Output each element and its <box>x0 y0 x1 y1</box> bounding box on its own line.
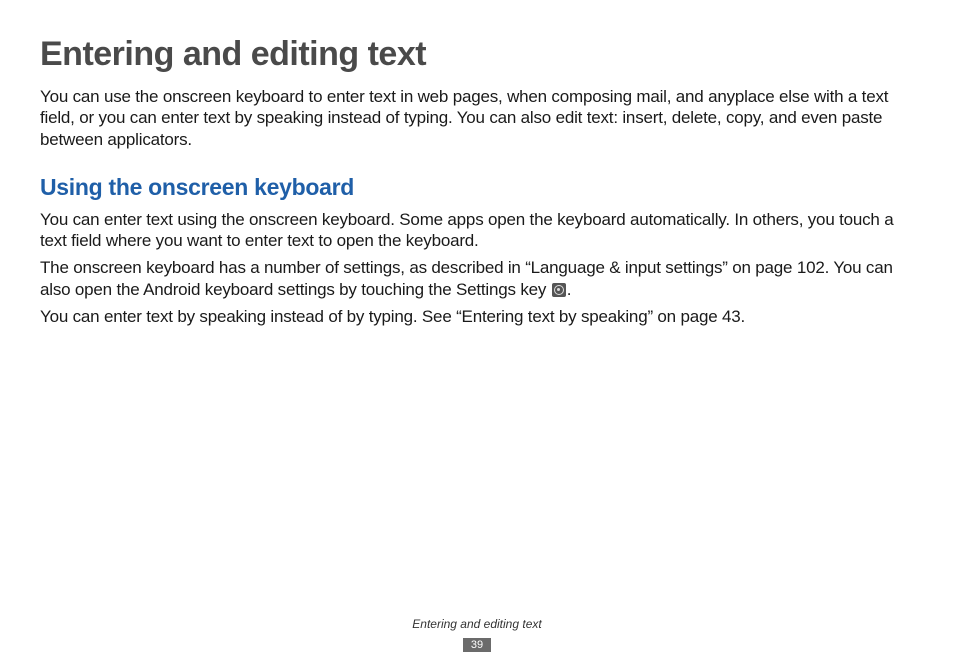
body-paragraph-2: The onscreen keyboard has a number of se… <box>40 257 914 300</box>
page-number: 39 <box>463 638 491 652</box>
settings-icon <box>552 283 566 297</box>
body-paragraph-3: You can enter text by speaking instead o… <box>40 306 914 327</box>
page-title: Entering and editing text <box>40 35 914 74</box>
body-text-2b: . <box>567 280 572 299</box>
body-paragraph-1: You can enter text using the onscreen ke… <box>40 209 914 252</box>
section-heading-onscreen-keyboard: Using the onscreen keyboard <box>40 174 914 201</box>
intro-paragraph: You can use the onscreen keyboard to ent… <box>40 86 914 150</box>
page-footer: Entering and editing text 39 <box>0 617 954 653</box>
body-text-2a: The onscreen keyboard has a number of se… <box>40 258 893 298</box>
footer-chapter-label: Entering and editing text <box>0 617 954 631</box>
